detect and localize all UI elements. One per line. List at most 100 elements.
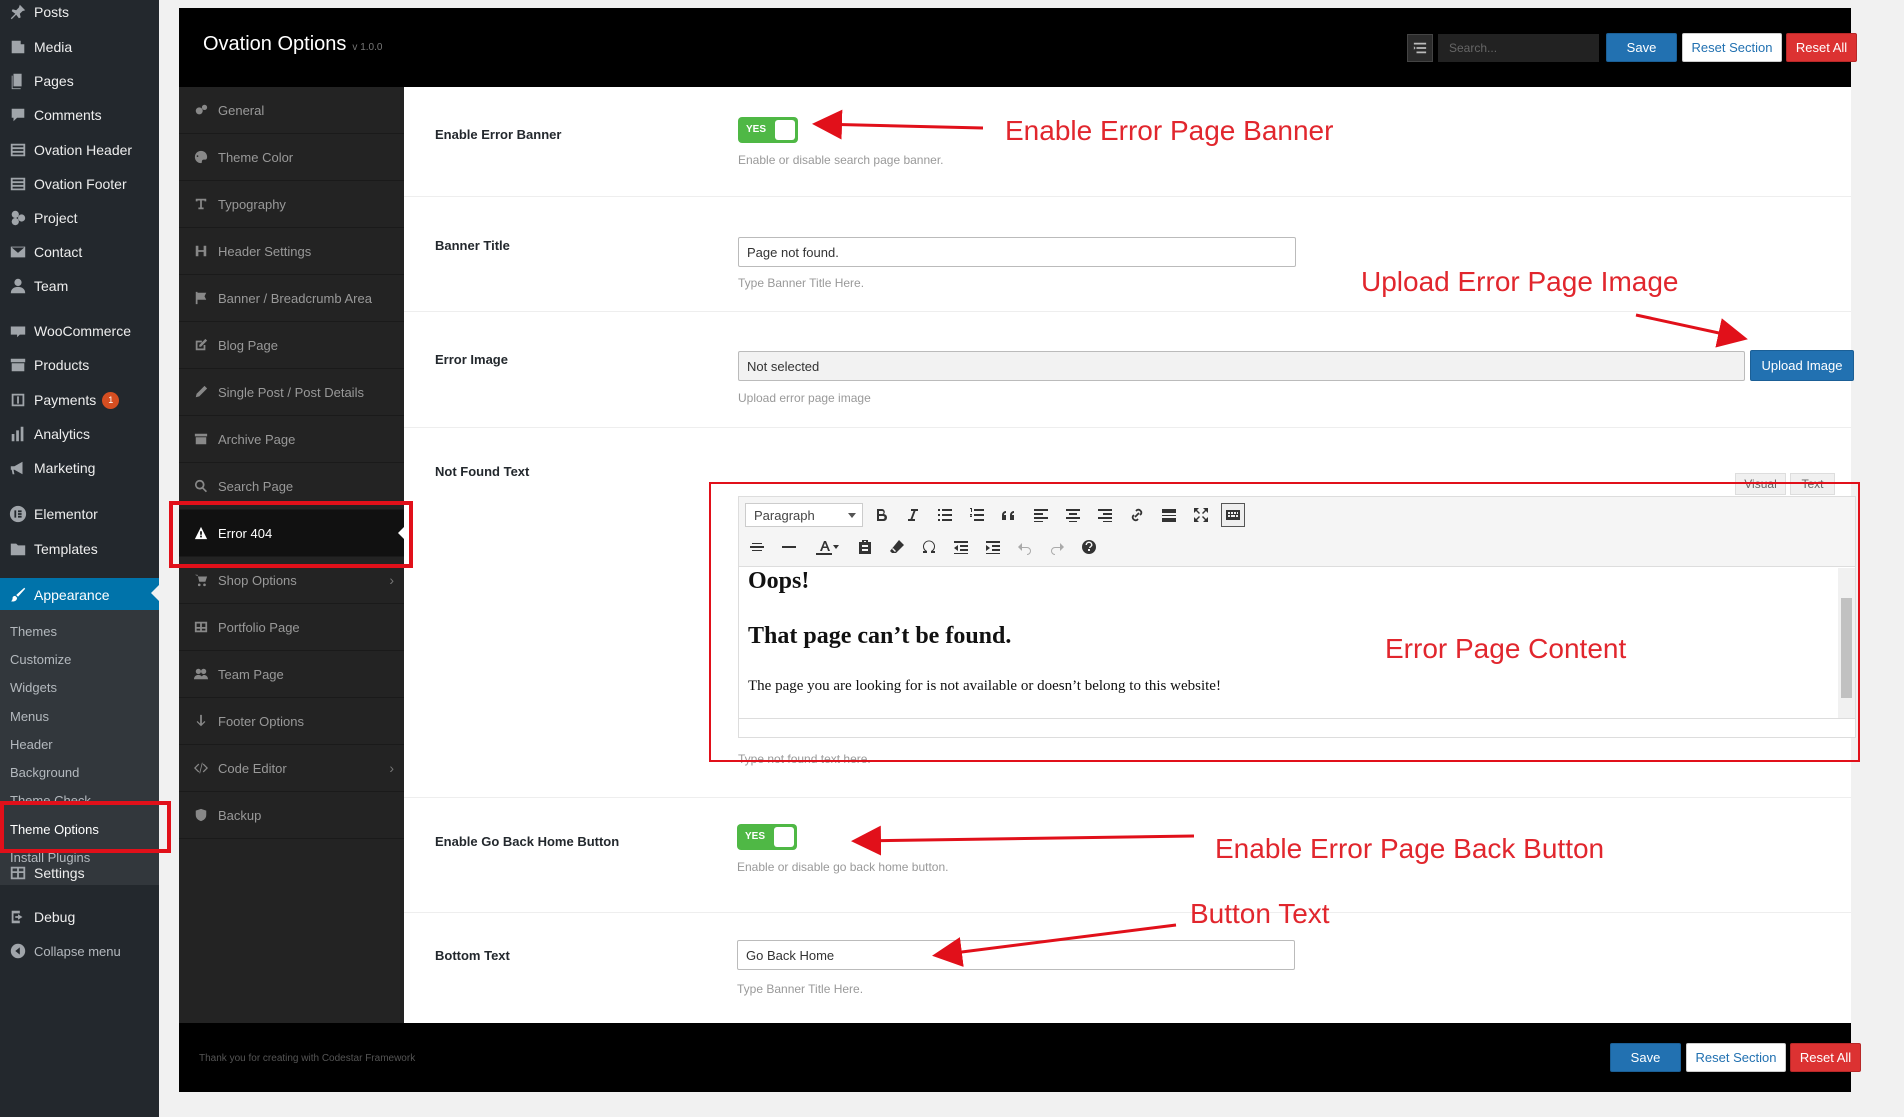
numbered-list-button[interactable]	[965, 503, 989, 527]
comments-icon	[7, 106, 29, 124]
help-button[interactable]	[1077, 535, 1101, 559]
tab-visual[interactable]: Visual	[1735, 473, 1786, 495]
undo-button[interactable]	[1013, 535, 1037, 559]
nav-team-page[interactable]: Team Page	[179, 651, 404, 698]
banner-title-input[interactable]	[738, 237, 1296, 267]
submenu-header[interactable]: Header	[10, 737, 53, 752]
wp-menu-label: Project	[34, 210, 78, 226]
clear-formatting-button[interactable]	[885, 535, 909, 559]
submenu-background[interactable]: Background	[10, 765, 79, 780]
bottom-text-input[interactable]	[737, 940, 1295, 970]
nav-archive-page[interactable]: Archive Page	[179, 416, 404, 463]
heading-icon	[192, 244, 210, 258]
text-color-button[interactable]	[809, 535, 845, 559]
read-more-icon	[1162, 509, 1176, 522]
redo-button[interactable]	[1045, 535, 1069, 559]
format-select[interactable]: Paragraph	[745, 503, 863, 527]
nav-backup[interactable]: Backup	[179, 792, 404, 839]
submenu-widgets[interactable]: Widgets	[10, 680, 57, 695]
outdent-button[interactable]	[949, 535, 973, 559]
indent-button[interactable]	[981, 535, 1005, 559]
blockquote-button[interactable]	[997, 503, 1021, 527]
submenu-theme-options[interactable]: Theme Options	[10, 822, 99, 837]
annotation-upload-image: Upload Error Page Image	[1361, 266, 1679, 297]
nav-blog-page[interactable]: Blog Page	[179, 322, 404, 369]
nav-portfolio-page[interactable]: Portfolio Page	[179, 604, 404, 651]
submenu-menus[interactable]: Menus	[10, 709, 49, 724]
reset-section-button[interactable]: Reset Section	[1682, 33, 1782, 62]
wp-menu-contact[interactable]: Contact	[0, 237, 159, 267]
wp-menu-marketing[interactable]: Marketing	[0, 453, 159, 483]
wp-menu-analytics[interactable]: Analytics	[0, 419, 159, 449]
bold-button[interactable]	[869, 503, 893, 527]
wp-menu-media[interactable]: Media	[0, 32, 159, 62]
nav-search-page[interactable]: Search Page	[179, 463, 404, 510]
wp-menu-settings[interactable]: Settings	[0, 858, 159, 888]
expand-all-button[interactable]	[1407, 34, 1433, 62]
nav-code-editor[interactable]: Code Editor ›	[179, 745, 404, 792]
nav-theme-color[interactable]: Theme Color	[179, 134, 404, 181]
wp-menu-elementor[interactable]: Elementor	[0, 499, 159, 529]
paste-text-button[interactable]	[853, 535, 877, 559]
nav-footer-options[interactable]: Footer Options	[179, 698, 404, 745]
reset-all-button[interactable]: Reset All	[1786, 33, 1857, 62]
switch-label: YES	[745, 831, 766, 842]
wp-menu-payments[interactable]: Payments 1	[0, 385, 159, 415]
footer-reset-all-button[interactable]: Reset All	[1790, 1043, 1861, 1072]
wp-menu-products[interactable]: Products	[0, 350, 159, 380]
horizontal-line-button[interactable]	[777, 535, 801, 559]
align-center-button[interactable]	[1061, 503, 1085, 527]
strikethrough-button[interactable]	[745, 535, 769, 559]
editor-scrollbar[interactable]	[1838, 568, 1855, 718]
toolbar-toggle-button[interactable]	[1221, 503, 1245, 527]
editor-content-area[interactable]: Oops! That page can’t be found. The page…	[739, 568, 1855, 718]
submenu-themes[interactable]: Themes	[10, 624, 57, 639]
italic-icon	[908, 509, 918, 521]
wp-menu-comments[interactable]: Comments	[0, 100, 159, 130]
submenu-theme-check[interactable]: Theme Check	[10, 793, 91, 808]
nav-header-settings[interactable]: Header Settings	[179, 228, 404, 275]
nav-general[interactable]: General	[179, 87, 404, 134]
field-title: Banner Title	[435, 238, 510, 253]
nav-typography[interactable]: Typography	[179, 181, 404, 228]
footer-save-button[interactable]: Save	[1610, 1043, 1681, 1072]
nav-banner-breadcrumb[interactable]: Banner / Breadcrumb Area	[179, 275, 404, 322]
read-more-button[interactable]	[1157, 503, 1181, 527]
scrollbar-thumb[interactable]	[1841, 598, 1852, 698]
upload-image-button[interactable]: Upload Image	[1750, 350, 1854, 381]
nav-error-404[interactable]: Error 404	[179, 510, 404, 557]
fullscreen-icon	[1194, 508, 1208, 522]
wp-menu-project[interactable]: Project	[0, 203, 159, 233]
nav-shop-options[interactable]: Shop Options ›	[179, 557, 404, 604]
enable-banner-switch[interactable]: YES	[738, 117, 798, 143]
save-button[interactable]: Save	[1606, 33, 1677, 62]
wp-menu-label: Products	[34, 357, 90, 373]
wp-menu-collapse[interactable]: Collapse menu	[0, 936, 159, 966]
insert-link-button[interactable]	[1125, 503, 1149, 527]
align-left-button[interactable]	[1029, 503, 1053, 527]
footer-reset-section-button[interactable]: Reset Section	[1686, 1043, 1786, 1072]
wp-menu-woocommerce[interactable]: WooCommerce	[0, 316, 159, 346]
nav-single-post[interactable]: Single Post / Post Details	[179, 369, 404, 416]
align-right-button[interactable]	[1093, 503, 1117, 527]
wp-menu-team[interactable]: Team	[0, 271, 159, 301]
wp-menu-debug[interactable]: Debug	[0, 902, 159, 932]
wp-menu-posts[interactable]: Posts	[0, 0, 159, 27]
error-image-input[interactable]	[738, 351, 1745, 381]
search-input[interactable]	[1438, 34, 1599, 62]
submenu-customize[interactable]: Customize	[10, 652, 71, 667]
wp-menu-ovation-footer[interactable]: Ovation Footer	[0, 169, 159, 199]
wp-menu-templates[interactable]: Templates	[0, 534, 159, 564]
italic-button[interactable]	[901, 503, 925, 527]
wp-menu-ovation-header[interactable]: Ovation Header	[0, 135, 159, 165]
enable-back-button-switch[interactable]: YES	[737, 824, 797, 850]
bullet-list-button[interactable]	[933, 503, 957, 527]
special-character-button[interactable]	[917, 535, 941, 559]
wp-menu-appearance[interactable]: Appearance	[0, 578, 159, 611]
grid-icon	[7, 141, 29, 159]
annotation-error-content: Error Page Content	[1385, 633, 1627, 664]
fullscreen-button[interactable]	[1189, 503, 1213, 527]
wp-menu-pages[interactable]: Pages	[0, 66, 159, 96]
tab-text[interactable]: Text	[1790, 473, 1835, 495]
strikethrough-icon	[750, 543, 764, 551]
